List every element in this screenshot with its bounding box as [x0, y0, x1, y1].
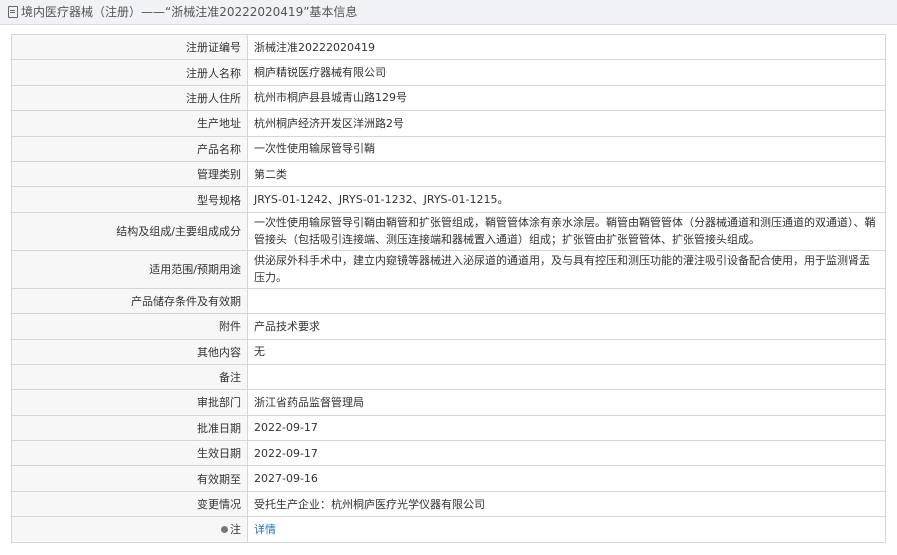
row-value: 桐庐精锐医疗器械有限公司 [247, 59, 886, 86]
table-row: 有效期至 2027-09-16 [11, 465, 886, 492]
table-row: 生产地址 杭州桐庐经济开发区洋洲路2号 [11, 110, 886, 137]
row-label: 备注 [11, 363, 248, 391]
row-label: 附件 [11, 313, 248, 340]
note-value-cell: 详情 [247, 516, 886, 543]
table-row: 适用范围/预期用途 供泌尿外科手术中，建立内窥镜等器械进入泌尿道的通道用，及与具… [11, 249, 886, 289]
note-row: 注 详情 [11, 516, 886, 543]
table-row: 其他内容 无 [11, 338, 886, 365]
table-row: 生效日期 2022-09-17 [11, 440, 886, 467]
details-link[interactable]: 详情 [254, 523, 276, 536]
row-value: 杭州桐庐经济开发区洋洲路2号 [247, 110, 886, 137]
info-table-container: 注册证编号 浙械注准20222020419 注册人名称 桐庐精锐医疗器械有限公司… [11, 33, 886, 543]
row-label: 适用范围/预期用途 [11, 249, 248, 289]
row-label: 产品名称 [11, 135, 248, 162]
note-label-cell: 注 [11, 516, 248, 543]
row-label: 生产地址 [11, 110, 248, 137]
row-value: 供泌尿外科手术中，建立内窥镜等器械进入泌尿道的通道用，及与具有控压和测压功能的灌… [247, 249, 886, 289]
table-row: 产品名称 一次性使用输尿管导引鞘 [11, 135, 886, 162]
row-value: 杭州市桐庐县县城青山路129号 [247, 84, 886, 112]
row-label: 型号规格 [11, 186, 248, 213]
table-row: 管理类别 第二类 [11, 160, 886, 188]
row-label: 注册证编号 [11, 33, 248, 61]
row-label: 注册人名称 [11, 59, 248, 86]
table-row: 注册证编号 浙械注准20222020419 [11, 33, 886, 61]
table-row: 批准日期 2022-09-17 [11, 414, 886, 442]
row-label: 产品储存条件及有效期 [11, 287, 248, 315]
row-label: 其他内容 [11, 338, 248, 365]
table-row: 产品储存条件及有效期 [11, 287, 886, 315]
table-row: 注册人名称 桐庐精锐医疗器械有限公司 [11, 59, 886, 86]
row-label: 有效期至 [11, 465, 248, 492]
table-row: 审批部门 浙江省药品监督管理局 [11, 389, 886, 416]
row-value: 浙江省药品监督管理局 [247, 389, 886, 416]
table-row: 备注 [11, 363, 886, 391]
row-value: 浙械注准20222020419 [247, 33, 886, 61]
row-value: 一次性使用输尿管导引鞘 [247, 135, 886, 162]
info-table: 注册证编号 浙械注准20222020419 注册人名称 桐庐精锐医疗器械有限公司… [11, 33, 886, 543]
table-row: 注册人住所 杭州市桐庐县县城青山路129号 [11, 84, 886, 112]
table-row: 附件 产品技术要求 [11, 313, 886, 340]
dot-icon [221, 526, 228, 534]
row-label: 注册人住所 [11, 84, 248, 112]
row-label: 变更情况 [11, 490, 248, 518]
row-label: 生效日期 [11, 440, 248, 467]
row-value: 受托生产企业：杭州桐庐医疗光学仪器有限公司 [247, 490, 886, 518]
page-title: 境内医疗器械（注册）——“浙械注准20222020419”基本信息 [21, 5, 358, 19]
page-header: 境内医疗器械（注册）——“浙械注准20222020419”基本信息 [0, 0, 897, 25]
row-value: 产品技术要求 [247, 313, 886, 340]
row-value: 2022-09-17 [247, 414, 886, 442]
row-value [247, 363, 886, 391]
row-value: JRYS-01-1242、JRYS-01-1232、JRYS-01-1215。 [247, 186, 886, 213]
row-value: 2022-09-17 [247, 440, 886, 467]
table-row: 结构及组成/主要组成成分 一次性使用输尿管导引鞘由鞘管和扩张管组成，鞘管管体涂有… [11, 211, 886, 251]
row-label: 结构及组成/主要组成成分 [11, 211, 248, 251]
document-icon [8, 6, 18, 18]
row-label: 审批部门 [11, 389, 248, 416]
row-value [247, 287, 886, 315]
row-value: 无 [247, 338, 886, 365]
table-row: 变更情况 受托生产企业：杭州桐庐医疗光学仪器有限公司 [11, 490, 886, 518]
row-label: 管理类别 [11, 160, 248, 188]
row-label: 批准日期 [11, 414, 248, 442]
note-label: 注 [230, 523, 241, 537]
row-value: 2027-09-16 [247, 465, 886, 492]
row-value: 一次性使用输尿管导引鞘由鞘管和扩张管组成，鞘管管体涂有亲水涂层。鞘管由鞘管管体（… [247, 211, 886, 251]
row-value: 第二类 [247, 160, 886, 188]
table-row: 型号规格 JRYS-01-1242、JRYS-01-1232、JRYS-01-1… [11, 186, 886, 213]
